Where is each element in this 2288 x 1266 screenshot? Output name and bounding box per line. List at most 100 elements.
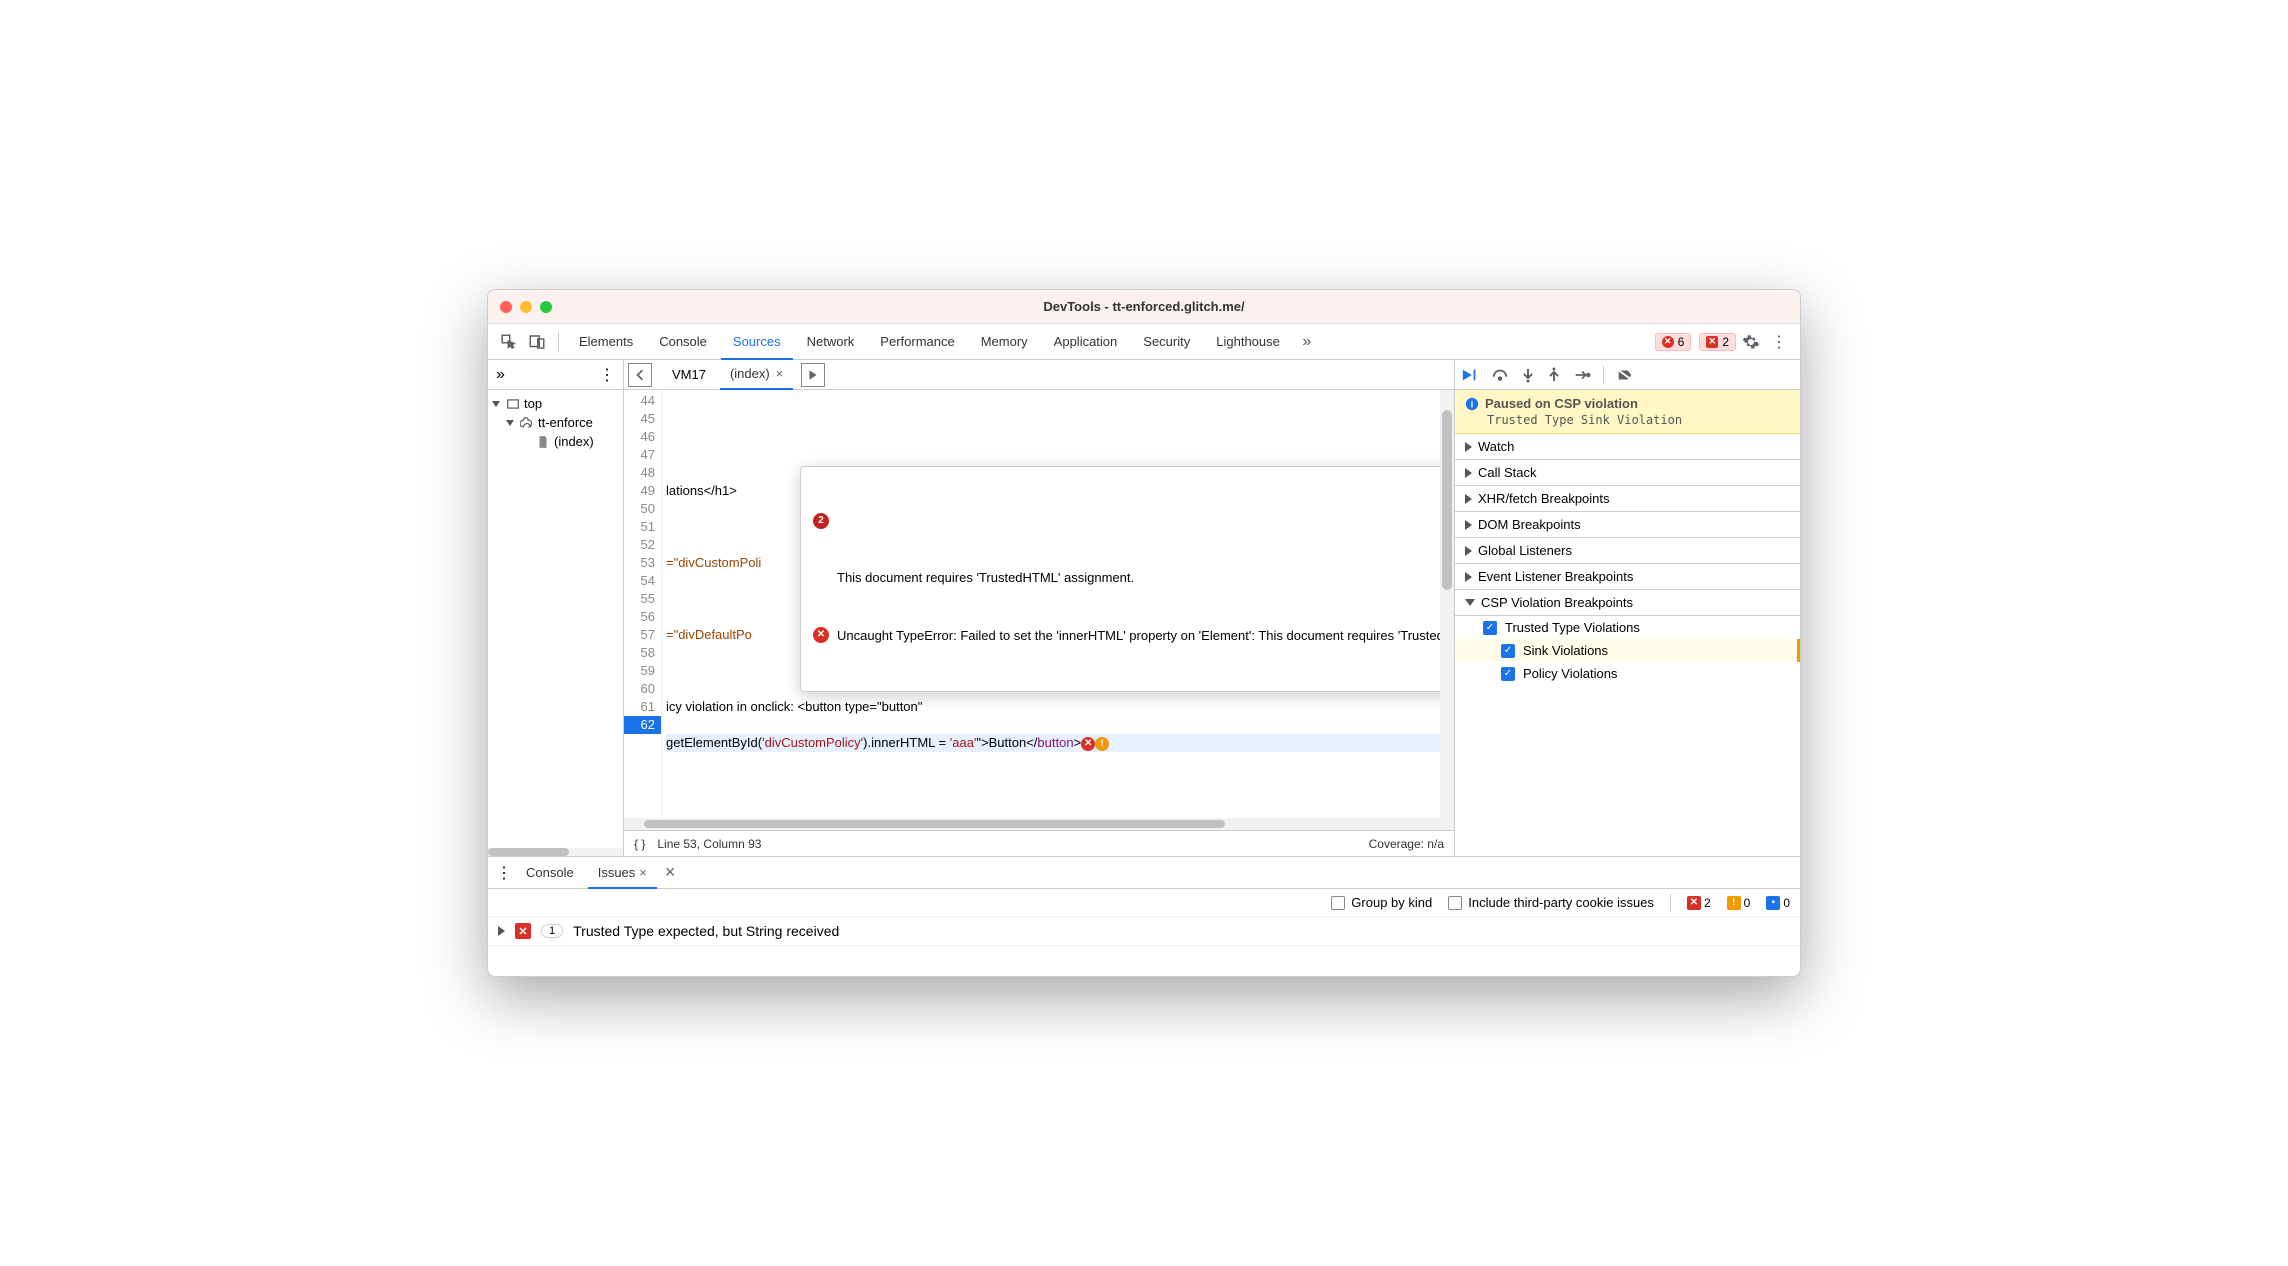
section-xhr[interactable]: XHR/fetch Breakpoints xyxy=(1455,486,1800,512)
devtools-window: DevTools - tt-enforced.glitch.me/ Elemen… xyxy=(487,289,1801,977)
navigator-hscroll[interactable] xyxy=(488,848,623,856)
section-event[interactable]: Event Listener Breakpoints xyxy=(1455,564,1800,590)
file-tabstrip: VM17 (index)× xyxy=(624,360,1454,390)
tab-lighthouse[interactable]: Lighthouse xyxy=(1204,324,1292,360)
file-tab-index[interactable]: (index)× xyxy=(720,360,793,390)
tab-network[interactable]: Network xyxy=(795,324,867,360)
pause-title: Paused on CSP violation xyxy=(1485,396,1638,411)
drawer-tabstrip: ⋮ Console Issues× × xyxy=(488,857,1800,889)
drawer: ⋮ Console Issues× × Group by kind Includ… xyxy=(488,856,1800,976)
checkbox-policy[interactable]: ✓ xyxy=(1501,667,1515,681)
issue-count: 1 xyxy=(541,924,563,938)
close-tab-icon[interactable]: × xyxy=(776,359,784,389)
section-callstack[interactable]: Call Stack xyxy=(1455,460,1800,486)
checkbox-sink[interactable]: ✓ xyxy=(1501,644,1515,658)
tab-console[interactable]: Console xyxy=(647,324,719,360)
error-icon[interactable]: ✕ xyxy=(1081,737,1095,751)
drawer-toolbar: Group by kind Include third-party cookie… xyxy=(488,889,1800,917)
cursor-position: Line 53, Column 93 xyxy=(657,837,761,851)
editor-statusbar: { } Line 53, Column 93 Coverage: n/a xyxy=(624,830,1454,856)
nav-back-button[interactable] xyxy=(628,363,652,387)
checkbox-tt[interactable]: ✓ xyxy=(1483,621,1497,635)
section-tt[interactable]: ✓Trusted Type Violations xyxy=(1455,616,1800,639)
error-count-pill-1[interactable]: ✕6 xyxy=(1655,333,1692,351)
section-policy[interactable]: ✓Policy Violations xyxy=(1455,662,1800,685)
nav-run-button[interactable] xyxy=(801,363,825,387)
pretty-print-icon[interactable]: { } xyxy=(634,837,645,851)
tab-security[interactable]: Security xyxy=(1131,324,1202,360)
tree-file-index[interactable]: (index) xyxy=(488,432,623,451)
editor-hscroll[interactable] xyxy=(624,818,1454,830)
section-global[interactable]: Global Listeners xyxy=(1455,538,1800,564)
inspect-icon[interactable] xyxy=(496,329,522,355)
more-tabs-icon[interactable]: » xyxy=(1294,329,1320,355)
tab-elements[interactable]: Elements xyxy=(567,324,645,360)
main-area: » ⋮ top tt-enforce (index) VM17 (index)× xyxy=(488,360,1800,856)
section-watch[interactable]: Watch xyxy=(1455,434,1800,460)
file-tree: top tt-enforce (index) xyxy=(488,390,623,848)
issue-severity-icon: ✕ xyxy=(515,923,531,939)
code-editor[interactable]: 44454647484950515253545556575859606162 l… xyxy=(624,390,1454,818)
tooltip-error-icon: ✕ xyxy=(813,627,829,643)
section-dom[interactable]: DOM Breakpoints xyxy=(1455,512,1800,538)
kebab-menu-icon[interactable]: ⋮ xyxy=(1766,329,1792,355)
tooltip-msg-2: Uncaught TypeError: Failed to set the 'i… xyxy=(837,627,1440,645)
orange-badge: !0 xyxy=(1727,896,1751,910)
include-tp-checkbox[interactable]: Include third-party cookie issues xyxy=(1448,895,1654,910)
section-csp[interactable]: CSP Violation Breakpoints xyxy=(1455,590,1800,616)
tab-application[interactable]: Application xyxy=(1042,324,1130,360)
line-gutter: 44454647484950515253545556575859606162 xyxy=(624,390,662,818)
code-content[interactable]: lations</h1> ="divCustomPoli ="divDefaul… xyxy=(662,390,1440,818)
drawer-kebab-icon[interactable]: ⋮ xyxy=(496,863,512,883)
settings-icon[interactable] xyxy=(1738,329,1764,355)
navigator-pane: » ⋮ top tt-enforce (index) xyxy=(488,360,624,856)
tree-top[interactable]: top xyxy=(488,394,623,413)
file-tab-index-label: (index) xyxy=(730,359,770,389)
minimize-window-button[interactable] xyxy=(520,301,532,313)
tree-top-label: top xyxy=(524,396,542,411)
step-out-button[interactable] xyxy=(1547,367,1561,383)
debugger-toolbar xyxy=(1455,360,1800,390)
deactivate-breakpoints-button[interactable] xyxy=(1616,367,1634,383)
traffic-lights xyxy=(500,301,552,313)
file-tab-vm17-label: VM17 xyxy=(672,360,706,390)
step-over-button[interactable] xyxy=(1491,367,1509,383)
issue-text: Trusted Type expected, but String receiv… xyxy=(573,923,839,939)
error-count-pill-2[interactable]: ✕2 xyxy=(1699,333,1736,351)
file-tab-vm17[interactable]: VM17 xyxy=(662,360,716,390)
blue-badge: ▪0 xyxy=(1766,896,1790,910)
group-by-kind-checkbox[interactable]: Group by kind xyxy=(1331,895,1432,910)
drawer-tab-issues[interactable]: Issues× xyxy=(588,857,657,889)
issue-row-1[interactable]: ✕ 1 Trusted Type expected, but String re… xyxy=(488,917,1800,946)
editor-pane: VM17 (index)× 44454647484950515253545556… xyxy=(624,360,1454,856)
expand-issue-icon[interactable] xyxy=(498,926,505,936)
close-drawer-tab-icon[interactable]: × xyxy=(639,865,647,880)
tab-performance[interactable]: Performance xyxy=(868,324,966,360)
pause-subtitle: Trusted Type Sink Violation xyxy=(1465,413,1790,427)
tooltip-msg-1: This document requires 'TrustedHTML' ass… xyxy=(837,569,1134,587)
close-drawer-icon[interactable]: × xyxy=(665,862,676,883)
maximize-window-button[interactable] xyxy=(540,301,552,313)
svg-text:i: i xyxy=(1471,399,1474,410)
close-window-button[interactable] xyxy=(500,301,512,313)
window-title: DevTools - tt-enforced.glitch.me/ xyxy=(488,299,1800,314)
red-badge: ✕2 xyxy=(1687,896,1711,910)
code-line-48: ="divCustomPoli xyxy=(666,555,761,570)
code-line-52: icy violation in onclick: <button type="… xyxy=(666,699,922,714)
more-nav-icon[interactable]: » xyxy=(496,366,505,384)
warning-icon[interactable]: ! xyxy=(1095,737,1109,751)
section-sink[interactable]: ✓Sink Violations xyxy=(1455,639,1800,662)
error-count-1: 6 xyxy=(1678,335,1685,349)
tree-origin[interactable]: tt-enforce xyxy=(488,413,623,432)
tab-sources[interactable]: Sources xyxy=(721,324,793,360)
code-line-50: ="divDefaultPo xyxy=(666,627,752,642)
editor-vscroll[interactable] xyxy=(1440,390,1454,818)
error-tooltip: 2 This document requires 'TrustedHTML' a… xyxy=(800,466,1440,692)
step-button[interactable] xyxy=(1573,367,1591,383)
resume-button[interactable] xyxy=(1461,367,1479,383)
device-toggle-icon[interactable] xyxy=(524,329,550,355)
step-into-button[interactable] xyxy=(1521,367,1535,383)
drawer-tab-console[interactable]: Console xyxy=(516,857,584,889)
tab-memory[interactable]: Memory xyxy=(969,324,1040,360)
nav-kebab-icon[interactable]: ⋮ xyxy=(599,365,615,385)
